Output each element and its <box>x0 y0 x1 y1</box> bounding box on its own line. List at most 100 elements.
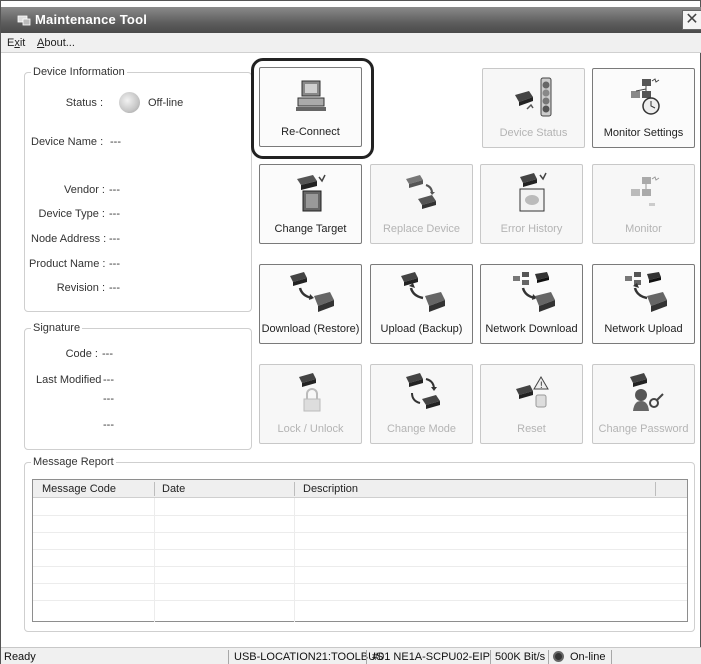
node-address-value: --- <box>109 233 120 245</box>
network-upload-label: Network Upload <box>604 323 683 335</box>
error-log-icon <box>519 172 547 212</box>
table-row <box>33 532 687 533</box>
lock-unlock-button[interactable]: Lock / Unlock <box>259 364 362 444</box>
lock-icon <box>298 373 320 412</box>
product-name-value: --- <box>109 258 120 270</box>
change-mode-label: Change Mode <box>386 423 457 435</box>
change-mode-button[interactable]: Change Mode <box>370 364 473 444</box>
download-restore-button[interactable]: Download (Restore) <box>259 264 362 344</box>
monitor-settings-button[interactable]: Monitor Settings <box>592 68 695 148</box>
close-button[interactable]: ✕ <box>682 10 701 30</box>
download-icon <box>289 272 334 312</box>
menu-about[interactable]: About... <box>37 37 75 49</box>
column-line <box>294 498 295 622</box>
traffic-light-icon <box>514 77 551 117</box>
error-history-button[interactable]: Error History <box>480 164 583 244</box>
last-modified-label: Last Modified <box>36 374 102 386</box>
status-port: USB-LOCATION21:TOOLBUS <box>234 651 384 663</box>
change-password-button[interactable]: Change Password <box>592 364 695 444</box>
maintenance-tool-window: Maintenance Tool ✕ Exit About... Device … <box>0 0 701 664</box>
status-connection: On-line <box>570 651 606 663</box>
device-status-button[interactable]: Device Status <box>482 68 585 148</box>
change-password-label: Change Password <box>598 423 689 435</box>
last-modified-value: --- <box>103 374 114 386</box>
revision-value: --- <box>109 282 120 294</box>
app-icon <box>17 15 31 26</box>
window-title: Maintenance Tool <box>35 12 148 27</box>
network-upload-icon <box>624 272 667 312</box>
reset-button[interactable]: ! Reset <box>480 364 583 444</box>
vendor-label: Vendor : <box>64 184 105 196</box>
column-header-date[interactable]: Date <box>162 483 185 495</box>
monitor-settings-label: Monitor Settings <box>603 127 684 139</box>
reset-warning-icon: ! <box>515 376 549 408</box>
status-label: Status : <box>65 97 103 109</box>
replace-device-button[interactable]: Replace Device <box>370 164 473 244</box>
upload-icon <box>400 272 445 312</box>
network-upload-button[interactable]: Network Upload <box>592 264 695 344</box>
monitor-label: Monitor <box>625 223 662 235</box>
network-download-button[interactable]: Network Download <box>480 264 583 344</box>
online-indicator-icon <box>553 651 564 662</box>
code-value: --- <box>102 348 113 360</box>
password-key-icon <box>629 373 664 411</box>
device-chip-icon <box>296 174 326 212</box>
status-device: #01 NE1A-SCPU02-EIP <box>372 651 490 663</box>
column-separator[interactable] <box>655 482 656 496</box>
vendor-value: --- <box>109 184 120 196</box>
status-separator <box>366 650 367 664</box>
device-status-label: Device Status <box>499 127 568 139</box>
device-name-label: Device Name : <box>31 136 104 148</box>
status-value: Off-line <box>148 97 184 109</box>
status-baud: 500K Bit/s <box>495 651 546 663</box>
column-line <box>154 498 155 622</box>
network-download-label: Network Download <box>485 323 578 335</box>
column-header-description[interactable]: Description <box>303 483 358 495</box>
close-icon: ✕ <box>685 11 699 28</box>
device-type-label: Device Type : <box>38 208 105 220</box>
menu-bar: Exit About... <box>1 33 701 53</box>
upload-backup-label: Upload (Backup) <box>380 323 463 335</box>
last-modified-line2: --- <box>103 393 114 405</box>
device-name-value: --- <box>110 136 121 148</box>
table-row <box>33 600 687 601</box>
signature-legend: Signature <box>33 322 81 334</box>
status-separator <box>228 650 229 664</box>
status-separator <box>611 650 612 664</box>
message-report-legend: Message Report <box>33 456 114 468</box>
status-state: Ready <box>4 651 36 663</box>
network-monitor-icon <box>630 176 659 206</box>
device-type-value: --- <box>109 208 120 220</box>
svg-text:!: ! <box>539 381 543 391</box>
table-row <box>33 515 687 516</box>
replace-device-label: Replace Device <box>382 223 461 235</box>
signature-group: Signature <box>24 322 252 450</box>
monitor-button[interactable]: Monitor <box>592 164 695 244</box>
change-target-label: Change Target <box>274 223 347 235</box>
table-header: Message Code Date Description <box>33 480 687 498</box>
download-restore-label: Download (Restore) <box>261 323 360 335</box>
table-row <box>33 566 687 567</box>
code-label: Code : <box>65 348 98 360</box>
title-bar: Maintenance Tool ✕ <box>1 7 701 33</box>
revision-label: Revision : <box>56 282 105 294</box>
reset-label: Reset <box>517 423 546 435</box>
lock-unlock-label: Lock / Unlock <box>277 423 344 435</box>
upload-backup-button[interactable]: Upload (Backup) <box>370 264 473 344</box>
product-name-label: Product Name : <box>29 258 106 270</box>
column-header-message-code[interactable]: Message Code <box>42 483 116 495</box>
menu-exit[interactable]: Exit <box>7 37 25 49</box>
error-history-label: Error History <box>500 223 563 235</box>
device-information-legend: Device Information <box>33 66 125 78</box>
change-mode-icon <box>405 373 440 409</box>
message-report-table[interactable]: Message Code Date Description <box>32 479 688 622</box>
column-separator[interactable] <box>154 482 155 496</box>
node-address-label: Node Address : <box>31 233 107 245</box>
status-bar: Ready USB-LOCATION21:TOOLBUS #01 NE1A-SC… <box>1 647 701 664</box>
column-separator[interactable] <box>294 482 295 496</box>
status-separator <box>490 650 491 664</box>
device-swap-icon <box>405 175 436 209</box>
reconnect-highlight-ring <box>251 58 374 159</box>
change-target-button[interactable]: Change Target <box>259 164 362 244</box>
last-modified-line3: --- <box>103 419 114 431</box>
